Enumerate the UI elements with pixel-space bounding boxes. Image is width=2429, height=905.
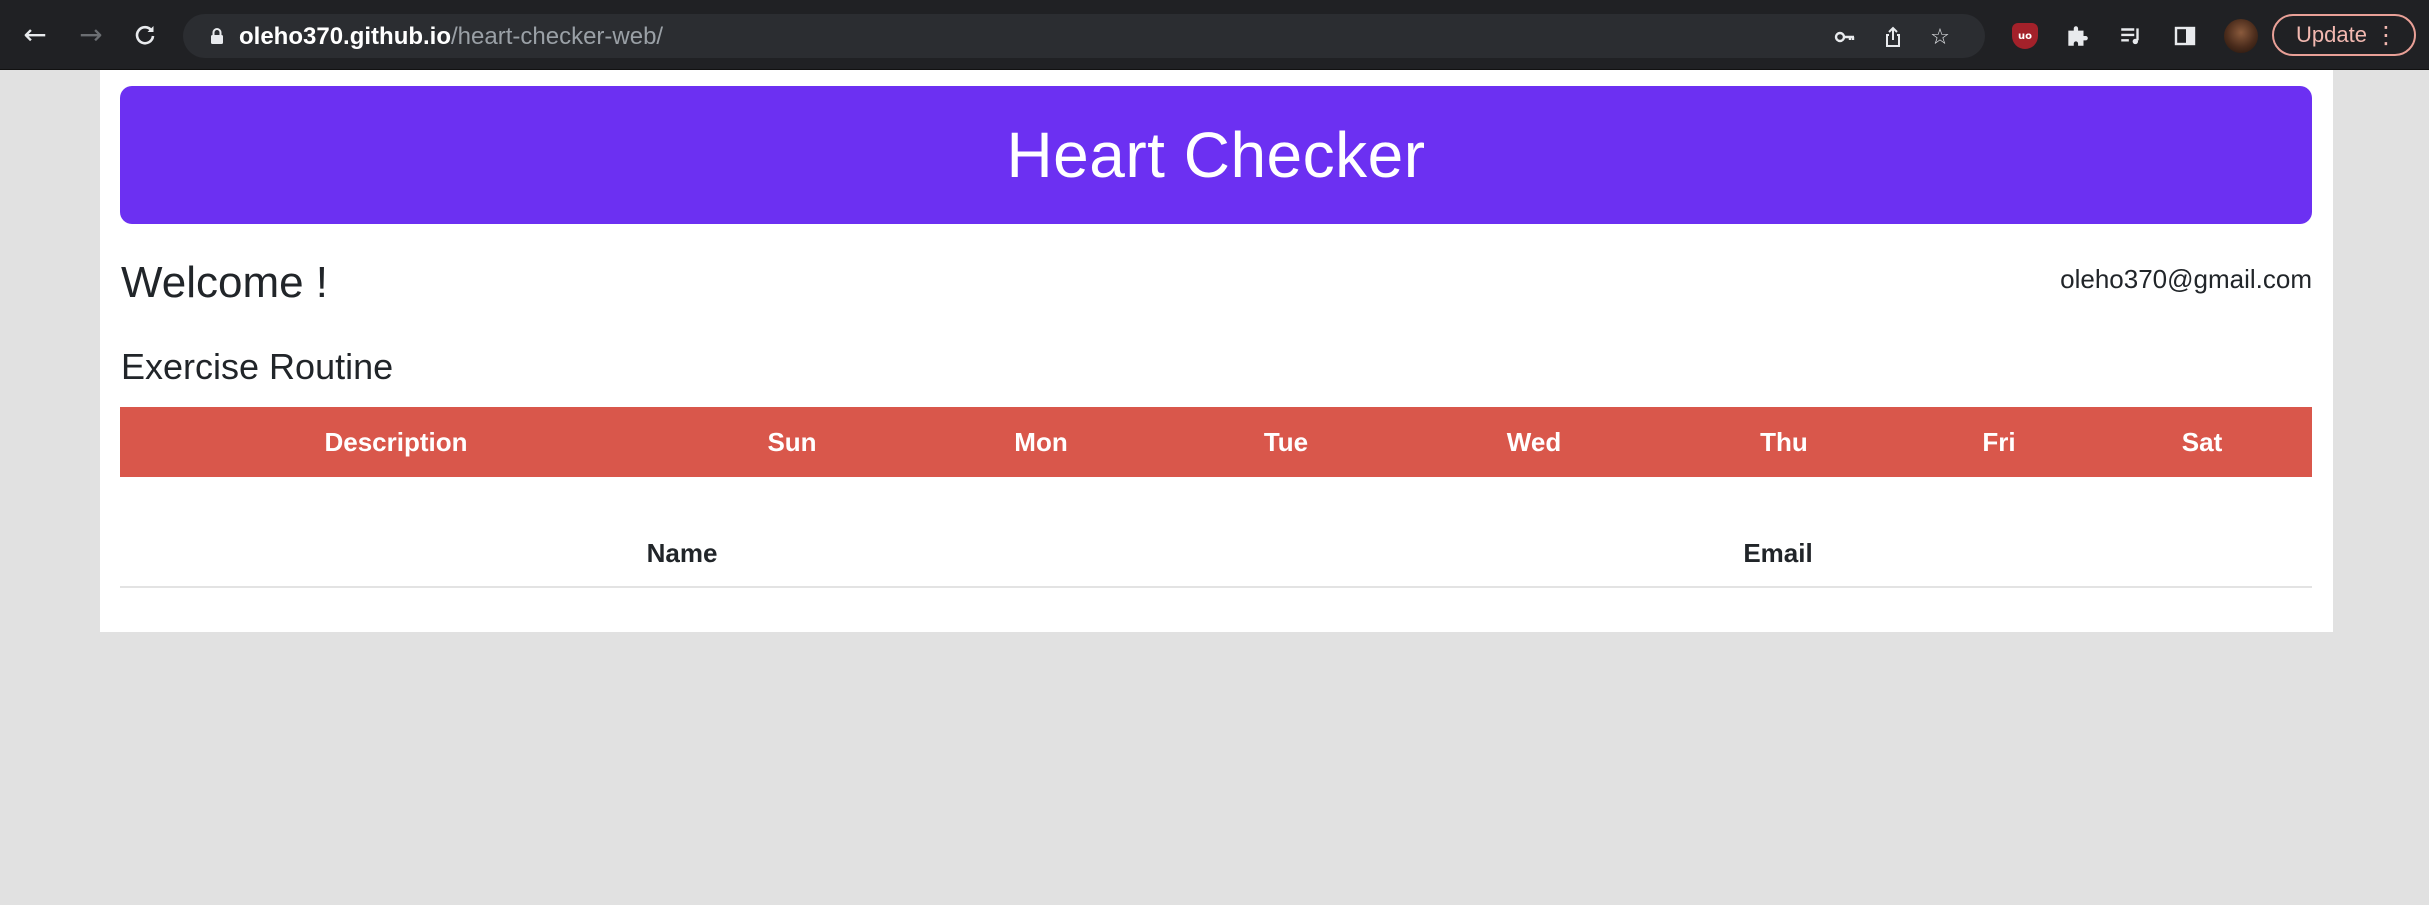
col-wed: Wed — [1506, 426, 1562, 457]
arrow-right-icon: → — [79, 18, 103, 51]
header-banner: Heart Checker — [120, 86, 2312, 224]
reload-button[interactable] — [128, 18, 162, 52]
puzzle-icon — [2068, 26, 2088, 46]
exercise-routine-table-header: Description Sun Mon Tue Wed Thu Fri Sat — [120, 407, 2312, 477]
app-title: Heart Checker — [1006, 119, 1426, 191]
url-path: /heart-checker-web/ — [451, 23, 664, 50]
url-host: oleho370.github.io — [239, 23, 452, 50]
user-email: oleho370@gmail.com — [2060, 264, 2312, 294]
welcome-heading: Welcome ! — [121, 258, 329, 307]
users-table-header: Name Email — [120, 530, 2312, 588]
col-thu: Thu — [1760, 426, 1808, 457]
ublock-icon: uo — [2012, 23, 2038, 49]
key-icon[interactable] — [1831, 23, 1859, 51]
page-content: Heart Checker Welcome ! oleho370@gmail.c… — [100, 70, 2333, 632]
col-email: Email — [1743, 538, 1813, 568]
ublock-extension-button[interactable]: uo — [2010, 21, 2040, 51]
exercise-routine-title: Exercise Routine — [121, 346, 394, 387]
col-tue: Tue — [1263, 426, 1309, 457]
extensions-button[interactable] — [2062, 21, 2092, 51]
update-label: Update — [2296, 22, 2367, 47]
forward-button[interactable]: → — [74, 18, 108, 52]
queue-music-icon — [2121, 28, 2139, 45]
col-description: Description — [324, 426, 468, 457]
col-mon: Mon — [1014, 426, 1068, 457]
url-text: oleho370.github.io/heart-checker-web/ — [239, 23, 663, 51]
col-sat: Sat — [2181, 426, 2223, 457]
col-sun: Sun — [767, 426, 817, 457]
col-fri: Fri — [1982, 426, 2016, 457]
side-panel-button[interactable] — [2170, 21, 2200, 51]
reload-icon — [135, 25, 155, 45]
back-button[interactable]: ← — [18, 18, 52, 52]
lock-icon — [211, 28, 223, 44]
address-bar[interactable]: oleho370.github.io/heart-checker-web/ ☆ — [183, 14, 1985, 58]
share-icon[interactable] — [1879, 23, 1907, 51]
update-button[interactable]: Update ⋮ — [2272, 14, 2416, 56]
profile-avatar[interactable] — [2224, 19, 2258, 53]
side-panel-icon — [2174, 26, 2196, 46]
media-queue-button[interactable] — [2116, 21, 2146, 51]
bookmark-star-icon[interactable]: ☆ — [1926, 23, 1954, 51]
col-name: Name — [646, 538, 718, 568]
more-vert-icon: ⋮ — [2374, 21, 2398, 49]
arrow-left-icon: ← — [23, 18, 47, 51]
browser-toolbar: ← → oleho370.github.io/heart-checker-web… — [0, 0, 2429, 70]
